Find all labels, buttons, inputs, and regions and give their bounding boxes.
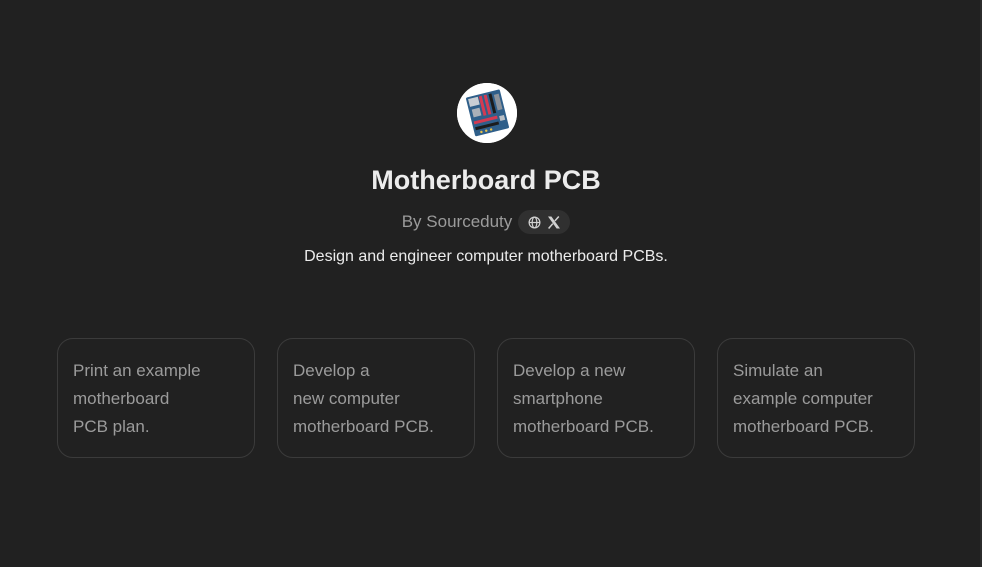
social-links — [518, 210, 571, 234]
gpt-title: Motherboard PCB — [371, 165, 601, 195]
gpt-author: By Sourceduty — [401, 212, 513, 231]
gpt-avatar — [457, 83, 517, 143]
gpt-description: Design and engineer computer motherboard… — [304, 248, 668, 265]
motherboard-image — [457, 83, 517, 143]
conversation-starter[interactable]: Simulate an example computer motherboard… — [717, 338, 915, 458]
globe-icon[interactable] — [528, 216, 541, 229]
conversation-starter[interactable]: Develop a new computer motherboard PCB. — [277, 338, 475, 458]
gpt-intro-page: Motherboard PCB By Sourceduty Design and… — [0, 0, 982, 567]
conversation-starter[interactable]: Develop a new smartphone motherboard PCB… — [497, 338, 695, 458]
x-logo-icon[interactable] — [547, 215, 561, 229]
conversation-starter[interactable]: Print an example motherboard PCB plan. — [57, 338, 255, 458]
gpt-byline: By Sourceduty — [0, 210, 972, 234]
